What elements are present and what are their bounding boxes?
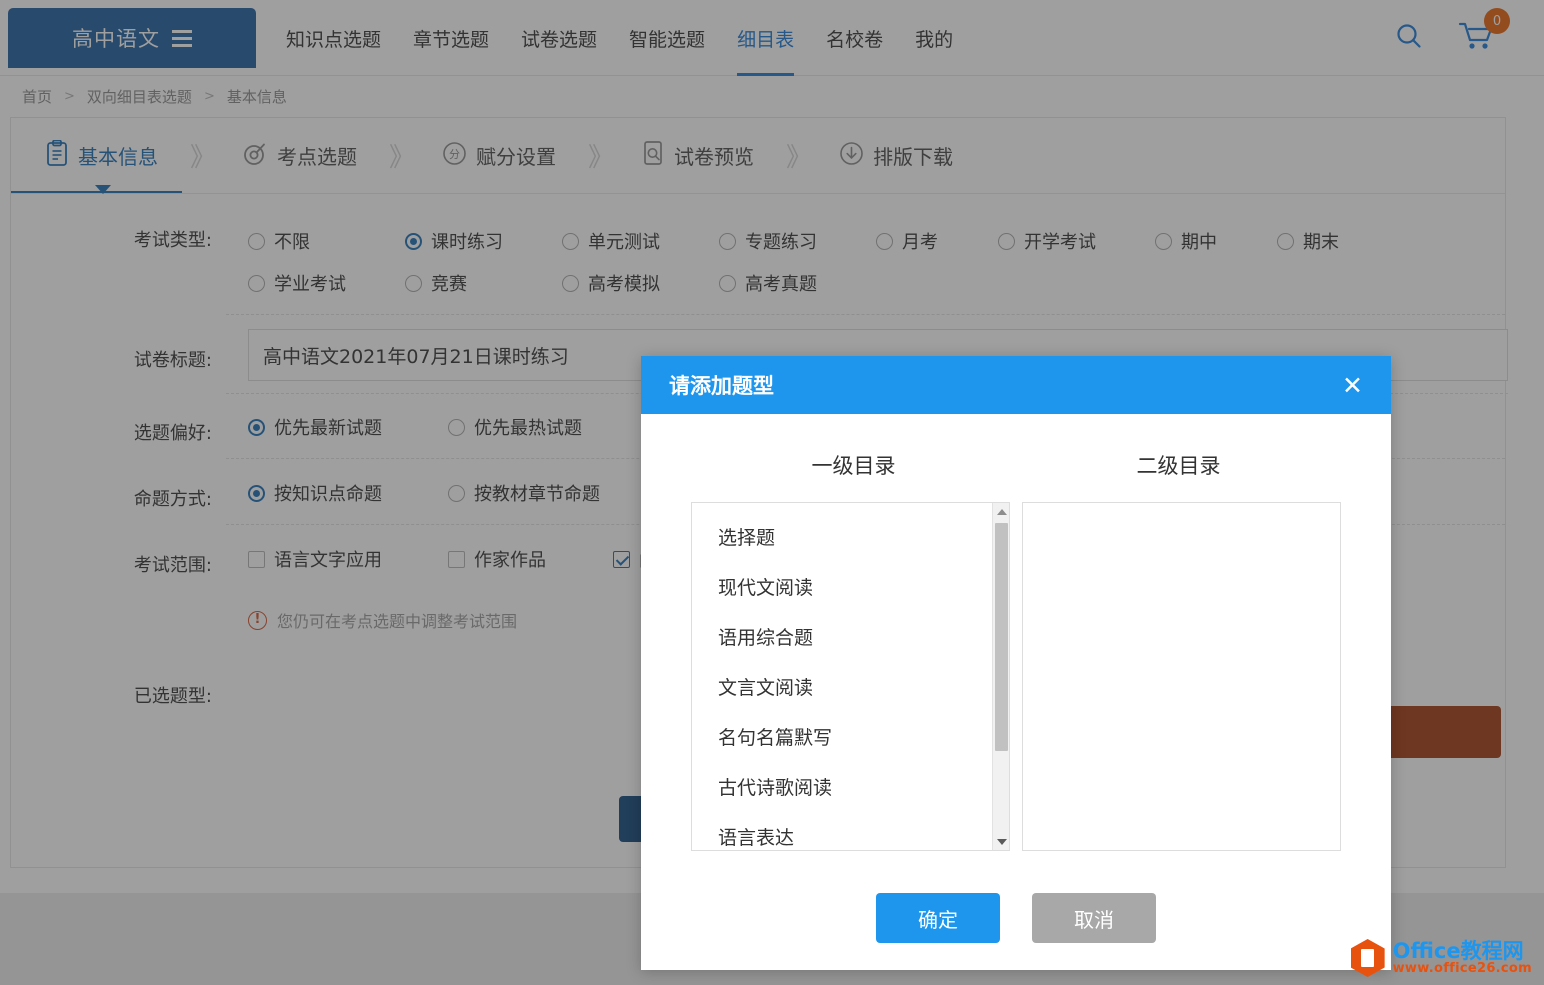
add-question-type-dialog: 请添加题型 ✕ 一级目录 二级目录 选择题 现代文阅读 语用综合题 文言文阅读 … <box>641 356 1391 970</box>
scroll-up-arrow-icon[interactable] <box>993 503 1010 520</box>
primary-category-list[interactable]: 选择题 现代文阅读 语用综合题 文言文阅读 名句名篇默写 古代诗歌阅读 语言表达 <box>691 502 1010 851</box>
list-item[interactable]: 名句名篇默写 <box>692 713 1009 763</box>
secondary-list-inner <box>1023 503 1340 513</box>
list-item[interactable]: 选择题 <box>692 513 1009 563</box>
cancel-button[interactable]: 取消 <box>1032 893 1156 943</box>
dialog-header: 请添加题型 ✕ <box>641 356 1391 414</box>
list-item[interactable]: 语言表达 <box>692 813 1009 851</box>
dialog-actions: 确定 取消 <box>691 851 1341 943</box>
dialog-body: 一级目录 二级目录 选择题 现代文阅读 语用综合题 文言文阅读 名句名篇默写 古… <box>641 414 1391 943</box>
primary-column-header: 一级目录 <box>691 450 1016 502</box>
watermark: Office教程网 www.office26.com <box>1351 939 1532 977</box>
list-item[interactable]: 现代文阅读 <box>692 563 1009 613</box>
dialog-title: 请添加题型 <box>669 370 774 400</box>
dialog-lists: 选择题 现代文阅读 语用综合题 文言文阅读 名句名篇默写 古代诗歌阅读 语言表达 <box>691 502 1341 851</box>
scroll-down-arrow-icon[interactable] <box>993 833 1010 850</box>
watermark-url: www.office26.com <box>1393 962 1532 976</box>
list-item[interactable]: 古代诗歌阅读 <box>692 763 1009 813</box>
dialog-column-headers: 一级目录 二级目录 <box>691 450 1341 502</box>
confirm-button[interactable]: 确定 <box>876 893 1000 943</box>
scrollbar-thumb[interactable] <box>995 523 1008 751</box>
watermark-text: Office教程网 www.office26.com <box>1393 940 1532 976</box>
close-icon[interactable]: ✕ <box>1336 371 1369 400</box>
watermark-brand: Office教程网 <box>1393 940 1532 962</box>
list-item[interactable]: 文言文阅读 <box>692 663 1009 713</box>
primary-list-inner: 选择题 现代文阅读 语用综合题 文言文阅读 名句名篇默写 古代诗歌阅读 语言表达 <box>692 503 1009 851</box>
office-hexagon-logo-icon <box>1351 939 1385 977</box>
list-item[interactable]: 语用综合题 <box>692 613 1009 663</box>
primary-list-scrollbar[interactable] <box>992 503 1009 850</box>
secondary-column-header: 二级目录 <box>1016 450 1341 502</box>
secondary-category-list[interactable] <box>1022 502 1341 851</box>
